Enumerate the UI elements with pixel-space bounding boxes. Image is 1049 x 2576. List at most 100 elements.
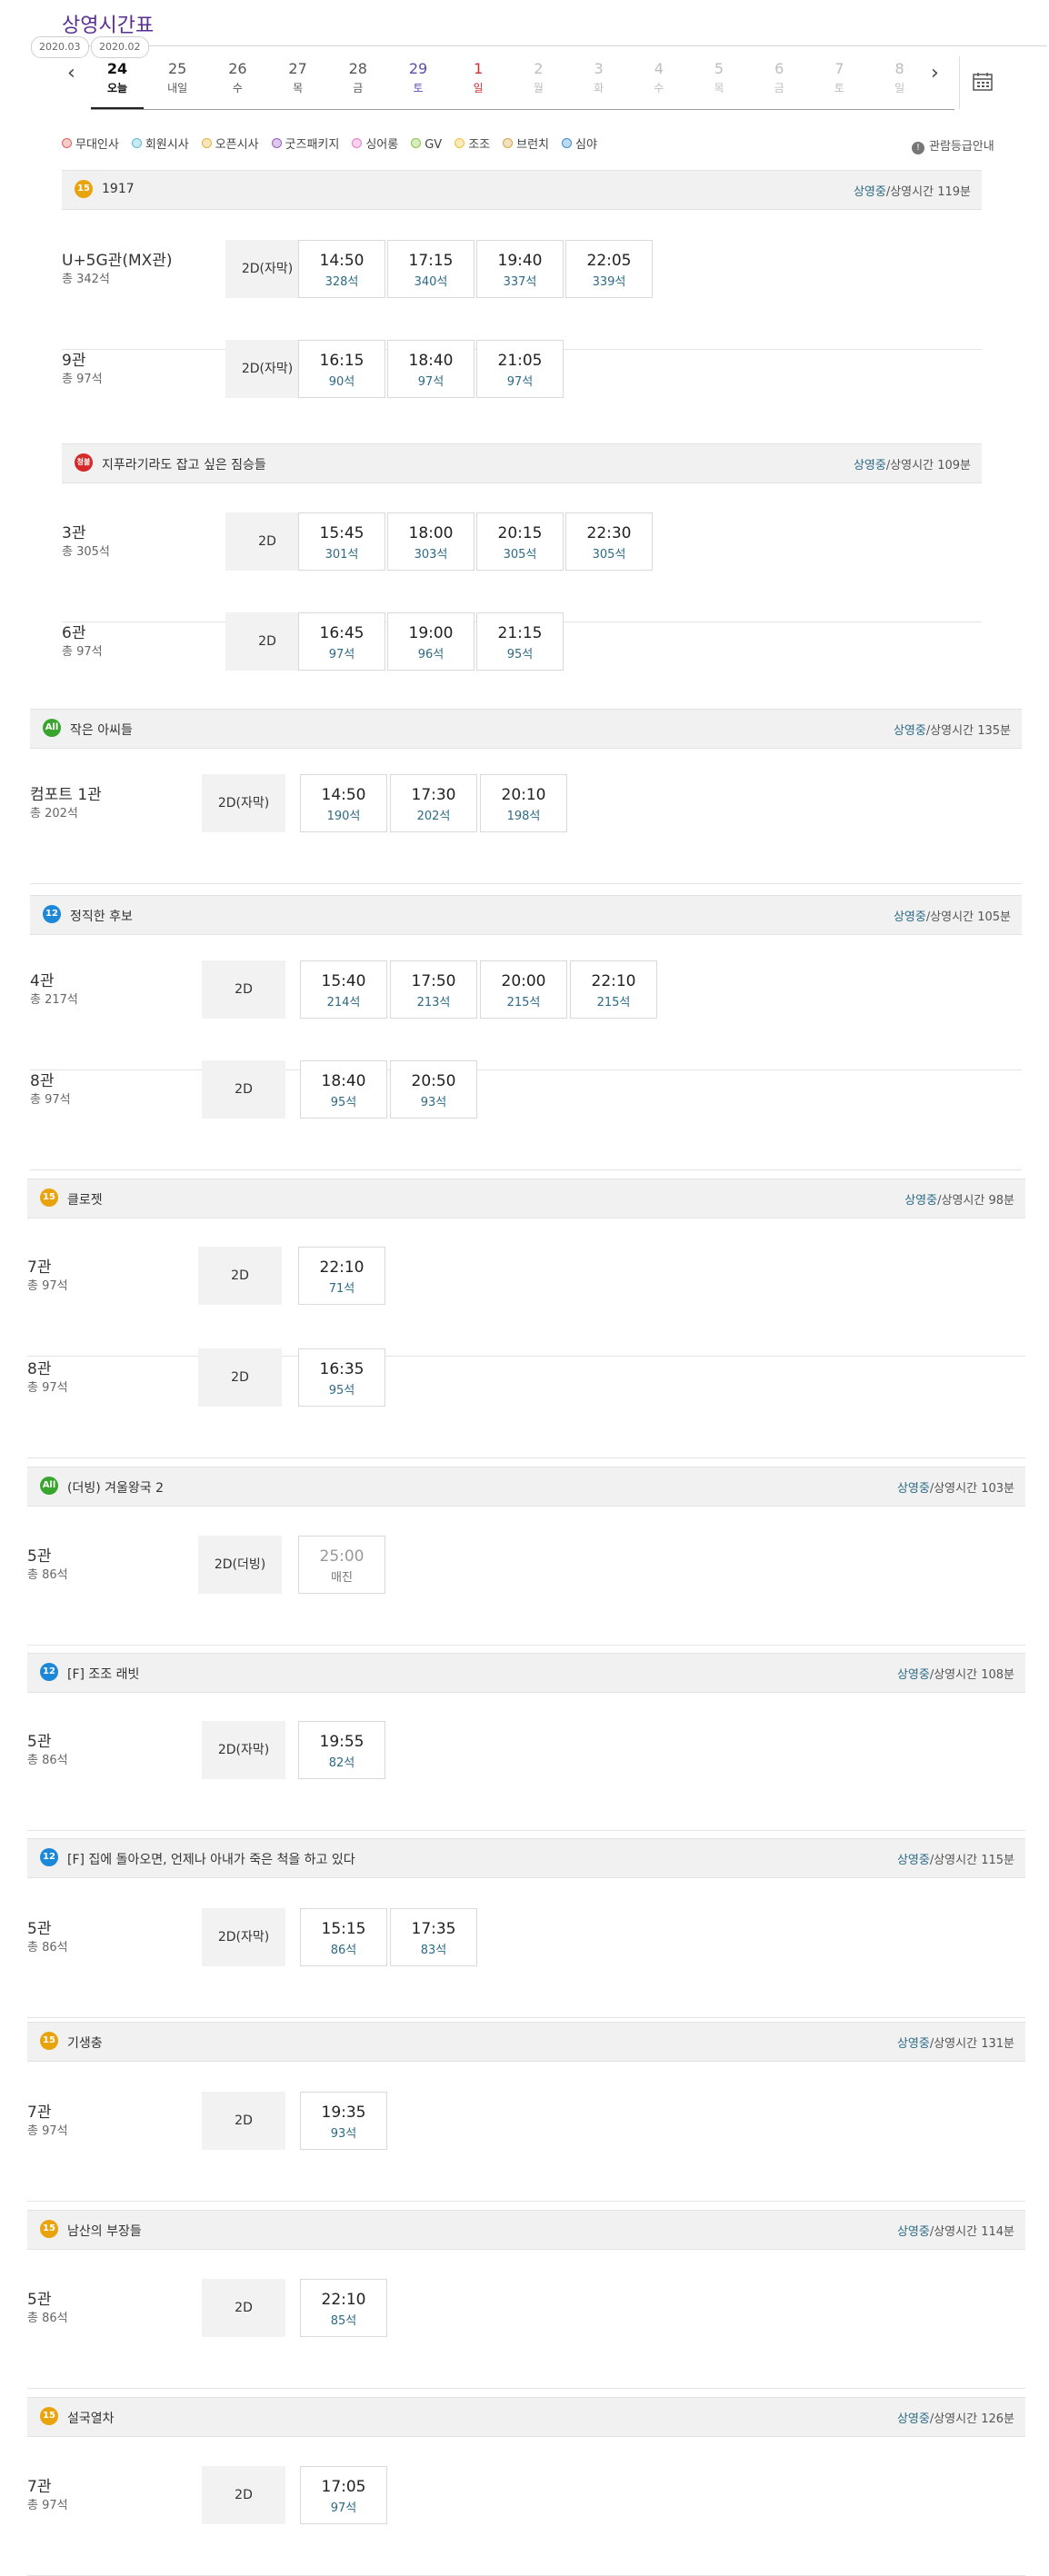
movie-header[interactable]: 15 남산의 부장들 상영중/상영시간 114분 xyxy=(27,2210,1025,2250)
date-item[interactable]: 24 오늘 xyxy=(91,56,144,110)
showtime-slot[interactable]: 19:35 93석 xyxy=(300,2092,387,2150)
screen-format: 2D xyxy=(202,2279,285,2337)
showtime-slot[interactable]: 16:15 90석 xyxy=(298,340,385,398)
showtime-slot[interactable]: 22:10 71석 xyxy=(298,1247,385,1305)
movie-header[interactable]: 15 클로젯 상영중/상영시간 98분 xyxy=(27,1179,1025,1218)
movie-title[interactable]: 남산의 부장들 xyxy=(67,2222,142,2240)
date-item[interactable]: 2월 xyxy=(512,56,564,107)
showtime-slot[interactable]: 22:05 339석 xyxy=(565,240,653,298)
showtime-slot[interactable]: 17:35 83석 xyxy=(390,1908,477,1966)
movie-header[interactable]: 15 1917 상영중/상영시간 119분 xyxy=(62,170,982,210)
date-item[interactable]: 8일 xyxy=(874,56,926,107)
showtime-slot[interactable]: 15:40 214석 xyxy=(300,960,387,1019)
showtime-available-seats: 97석 xyxy=(330,2501,357,2515)
hall-total-seats: 총 97석 xyxy=(62,645,103,659)
movie-title[interactable]: 정직한 후보 xyxy=(70,907,133,925)
hall-name: 8관 xyxy=(27,1360,52,1378)
date-weekday: 토 xyxy=(413,82,424,94)
legend-dot-icon xyxy=(411,138,422,148)
movie-title[interactable]: 설국열차 xyxy=(67,2409,115,2427)
movie-header[interactable]: 12 [F] 조조 래빗 상영중/상영시간 108분 xyxy=(27,1653,1025,1693)
month-tag-previous[interactable]: 2020.02 xyxy=(91,36,149,58)
showtime-slot[interactable]: 17:50 213석 xyxy=(390,960,477,1019)
next-week-arrow-icon[interactable]: › xyxy=(931,64,939,84)
movie-title[interactable]: (더빙) 겨울왕국 2 xyxy=(67,1478,164,1497)
hall-row: 9관 총 97석 2D(자막) 16:15 90석 18:40 97석 21:05 97석 xyxy=(62,340,982,450)
legend-label: 조조 xyxy=(468,138,491,152)
movie-header[interactable]: 12 [F] 집에 돌아오면, 언제나 아내가 죽은 척을 하고 있다 상영중/상영… xyxy=(27,1838,1025,1878)
screen-format: 2D xyxy=(225,512,309,571)
movie-title[interactable]: 1917 xyxy=(102,182,135,196)
movie-title[interactable]: 작은 아씨들 xyxy=(70,721,133,739)
screening-status: 상영중 xyxy=(896,1854,930,1867)
movie-title[interactable]: 클로젯 xyxy=(67,1190,103,1208)
showtime-slot[interactable]: 18:40 95석 xyxy=(300,1060,387,1119)
showtime-slot[interactable]: 15:15 86석 xyxy=(300,1908,387,1966)
hall-total-seats: 총 97석 xyxy=(30,1093,71,1107)
showtime-time: 17:50 xyxy=(411,972,456,990)
runtime-value: 131분 xyxy=(981,2037,1014,2051)
movie-header[interactable]: 청불 지푸라기라도 잡고 싶은 짐승들 상영중/상영시간 109분 xyxy=(62,443,982,483)
movie-header[interactable]: 12 정직한 후보 상영중/상영시간 105분 xyxy=(30,895,1022,935)
movie-runtime: 상영중/상영시간 98분 xyxy=(904,1190,1014,1208)
showtime-slot[interactable]: 14:50 190석 xyxy=(300,774,387,832)
legend-dot-icon xyxy=(455,138,465,148)
date-item[interactable]: 25 내일 xyxy=(151,56,204,107)
showtime-time: 22:10 xyxy=(319,1258,365,1277)
date-item[interactable]: 26 수 xyxy=(211,56,264,107)
prev-week-arrow-icon[interactable]: ‹ xyxy=(67,64,75,84)
date-item[interactable]: 3화 xyxy=(573,56,625,107)
showtime-slot[interactable]: 16:45 97석 xyxy=(298,612,385,671)
legend-label: 오픈시사 xyxy=(215,138,259,152)
showtime-slot[interactable]: 22:30 305석 xyxy=(565,512,653,571)
showtime-slot[interactable]: 20:00 215석 xyxy=(480,960,567,1019)
movie-title[interactable]: [F] 조조 래빗 xyxy=(67,1665,139,1683)
showtime-slot[interactable]: 16:35 95석 xyxy=(298,1348,385,1407)
calendar-button[interactable] xyxy=(959,56,1004,109)
movie-header[interactable]: All 작은 아씨들 상영중/상영시간 135분 xyxy=(30,709,1022,749)
showtime-slot[interactable]: 17:15 340석 xyxy=(387,240,475,298)
showtime-slot[interactable]: 19:00 96석 xyxy=(387,612,475,671)
date-item[interactable]: 4수 xyxy=(633,56,685,107)
showtime-slot[interactable]: 17:05 97석 xyxy=(300,2466,387,2524)
month-tag-current[interactable]: 2020.03 xyxy=(31,36,89,58)
showtime-slot[interactable]: 19:55 82석 xyxy=(298,1721,385,1779)
showtime-slot[interactable]: 18:00 303석 xyxy=(387,512,475,571)
movie-header[interactable]: All (더빙) 겨울왕국 2 상영중/상영시간 103분 xyxy=(27,1467,1025,1507)
date-item[interactable]: 27 목 xyxy=(272,56,325,107)
date-item[interactable]: 29 토 xyxy=(392,56,445,107)
legend-item: 오픈시사 xyxy=(201,138,259,152)
showtime-slot[interactable]: 19:40 337석 xyxy=(476,240,564,298)
date-item[interactable]: 7토 xyxy=(813,56,865,107)
movie-title[interactable]: 기생충 xyxy=(67,2034,103,2052)
showtime-time: 17:05 xyxy=(321,2478,366,2496)
legend-item: 굿즈패키지 xyxy=(271,138,340,152)
showtime-slot[interactable]: 18:40 97석 xyxy=(387,340,475,398)
date-item[interactable]: 5목 xyxy=(693,56,745,107)
movie-header[interactable]: 15 기생충 상영중/상영시간 131분 xyxy=(27,2022,1025,2062)
hall-total-seats: 총 86석 xyxy=(27,2312,68,2325)
showtime-slot[interactable]: 17:30 202석 xyxy=(390,774,477,832)
legend-label: 굿즈패키지 xyxy=(285,138,340,152)
movie-title[interactable]: 지푸라기라도 잡고 싶은 짐승들 xyxy=(102,455,266,473)
movie-header[interactable]: 15 설국열차 상영중/상영시간 126분 xyxy=(27,2397,1025,2437)
date-number: 28 xyxy=(348,60,367,77)
showtime-slot[interactable]: 21:15 95석 xyxy=(476,612,564,671)
hall-name: 8관 xyxy=(30,1072,55,1090)
showtime-slot[interactable]: 15:45 301석 xyxy=(298,512,385,571)
showtime-slot[interactable]: 20:15 305석 xyxy=(476,512,564,571)
showtime-slot[interactable]: 22:10 85석 xyxy=(300,2279,387,2337)
showtime-time: 20:15 xyxy=(497,524,543,542)
movie-title[interactable]: [F] 집에 돌아오면, 언제나 아내가 죽은 척을 하고 있다 xyxy=(67,1850,355,1868)
showtime-slot[interactable]: 14:50 328석 xyxy=(298,240,385,298)
date-item[interactable]: 6금 xyxy=(753,56,805,107)
showtime-slot[interactable]: 21:05 97석 xyxy=(476,340,564,398)
age-rating-badge: 12 xyxy=(40,1848,58,1866)
showtime-slot[interactable]: 20:50 93석 xyxy=(390,1060,477,1119)
legend-label: 브런치 xyxy=(516,138,550,152)
date-item[interactable]: 28 금 xyxy=(332,56,385,107)
showtime-slot[interactable]: 20:10 198석 xyxy=(480,774,567,832)
date-item[interactable]: 1일 xyxy=(452,56,505,107)
rating-guide-link[interactable]: ! 관람등급안내 xyxy=(912,136,994,154)
showtime-slot[interactable]: 22:10 215석 xyxy=(570,960,657,1019)
